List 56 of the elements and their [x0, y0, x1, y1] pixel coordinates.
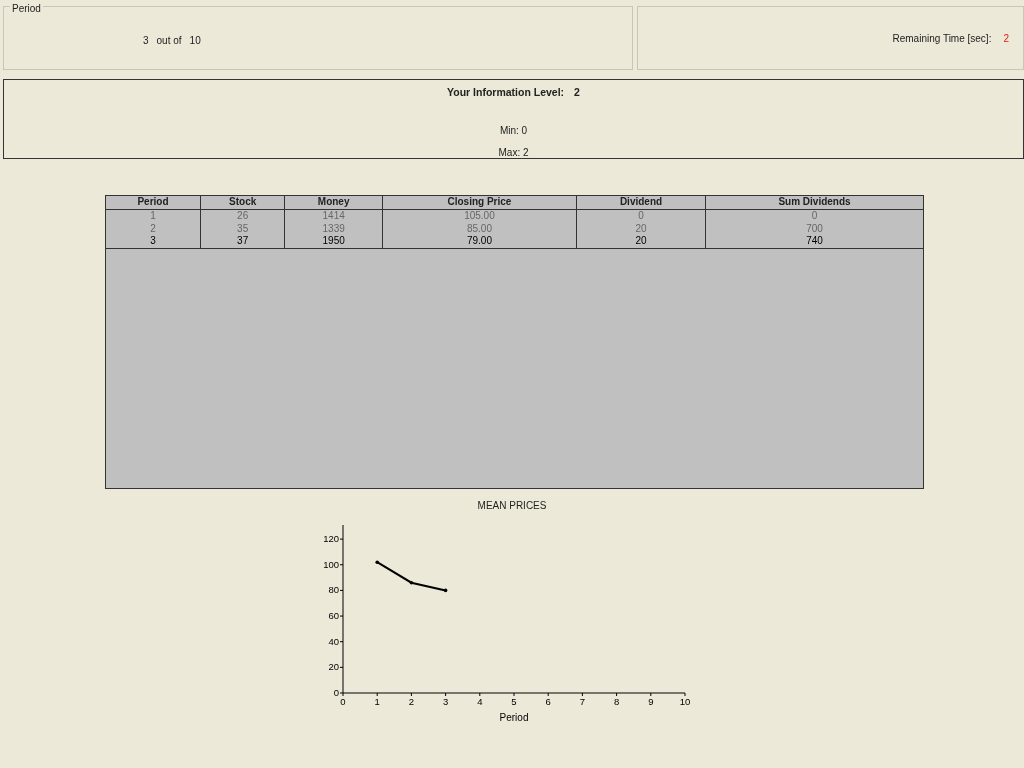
y-tick-label: 0 — [333, 687, 339, 698]
table-cell: 20 — [576, 222, 706, 235]
table-cell: 85.00 — [382, 222, 577, 235]
x-tick-label: 3 — [442, 696, 449, 707]
table-cell: 79.00 — [382, 235, 577, 248]
table-cell: 37 — [200, 235, 285, 248]
x-tick-label: 10 — [679, 696, 691, 707]
column-header: Sum Dividends — [705, 196, 923, 209]
x-tick-label: 4 — [477, 696, 483, 707]
column-header: Period — [106, 196, 201, 209]
table-cell: 105.00 — [382, 209, 577, 222]
table-cell: 0 — [705, 209, 923, 222]
table-cell: 26 — [200, 209, 285, 222]
table-cell: 1339 — [284, 222, 383, 235]
table-cell: 20 — [576, 235, 706, 248]
y-tick-label: 60 — [328, 610, 339, 622]
column-header: Closing Price — [382, 196, 577, 209]
table-cell: 35 — [200, 222, 285, 235]
data-point — [443, 588, 448, 593]
table-cell: 1950 — [284, 235, 383, 248]
table-cell: 1414 — [284, 209, 383, 222]
column-header: Stock — [200, 196, 285, 209]
column-header: Dividend — [576, 196, 706, 209]
table-cell: 700 — [705, 222, 923, 235]
table-cell: 3 — [106, 235, 201, 248]
column-header: Money — [284, 196, 383, 209]
chart-title: MEAN PRICES — [477, 500, 547, 511]
table-cell: 740 — [705, 235, 923, 248]
x-tick-label: 9 — [648, 696, 654, 707]
x-axis-label: Period — [499, 712, 529, 723]
x-tick-label: 1 — [374, 696, 380, 707]
x-tick-label: 6 — [545, 696, 551, 707]
x-tick-label: 2 — [408, 696, 415, 707]
table-cell: 0 — [576, 209, 706, 222]
y-tick-label: 40 — [328, 635, 339, 647]
remaining-time-value: 2 — [1003, 31, 1009, 46]
max-label: Max: 2 — [498, 145, 529, 160]
min-label: Min: 0 — [499, 123, 528, 138]
data-point — [375, 560, 379, 564]
x-tick-label: 5 — [511, 696, 517, 707]
y-tick-label: 100 — [323, 558, 339, 570]
data-point — [409, 580, 414, 585]
information-level-label: Your Information Level: — [447, 85, 565, 100]
period-total: 10 — [189, 34, 201, 48]
table-cell: 1 — [106, 209, 201, 222]
table-cell: 2 — [106, 222, 201, 235]
remaining-time-label: Remaining Time [sec]: — [892, 31, 992, 46]
y-tick-label: 20 — [328, 661, 339, 673]
period-current: 3 — [143, 34, 149, 48]
x-tick-label: 0 — [340, 696, 346, 707]
out-of-label: out of — [156, 34, 182, 48]
y-tick-label: 120 — [323, 533, 339, 545]
x-tick-label: 8 — [613, 696, 620, 707]
x-tick-label: 7 — [579, 696, 586, 707]
information-level-value: 2 — [574, 85, 580, 100]
y-tick-label: 80 — [328, 584, 339, 596]
